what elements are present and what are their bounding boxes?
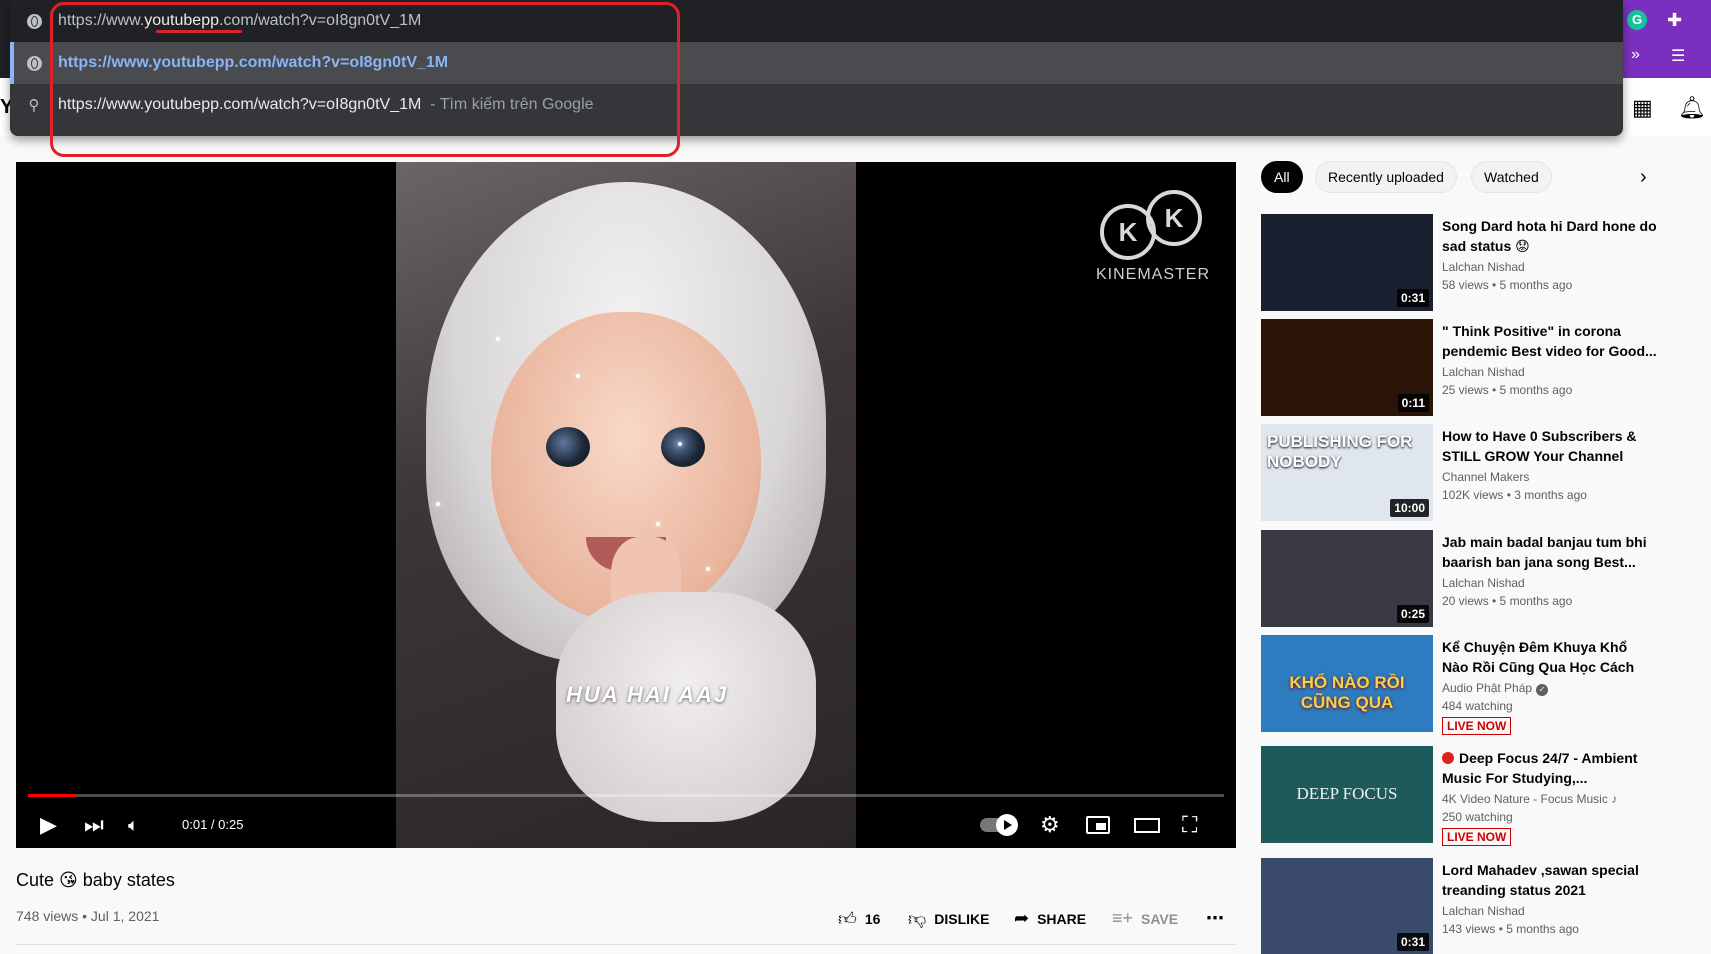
recommendation-item[interactable]: PUBLISHING FOR NOBODY 10:00 How to Have 0 … [1261, 424, 1701, 522]
video-stats: 20 views • 5 months ago [1442, 594, 1573, 608]
channel-name[interactable]: Audio Phật Pháp ✓ [1442, 681, 1549, 696]
recommendation-title[interactable]: How to Have 0 Subscribers & STILL GROW Y… [1442, 426, 1657, 466]
music-note-icon: ♪ [1607, 792, 1618, 806]
settings-gear-icon[interactable]: ⚙ [1040, 812, 1060, 838]
chip-all[interactable]: All [1261, 161, 1303, 193]
miniplayer-icon[interactable] [1086, 816, 1110, 834]
grammarly-extension-icon[interactable]: G [1627, 10, 1647, 30]
recommendation-title[interactable]: Jab main badal banjau tum bhi baarish ba… [1442, 532, 1657, 572]
video-stats: 25 views • 5 months ago [1442, 383, 1573, 397]
video-thumbnail[interactable]: PUBLISHING FOR NOBODY 10:00 [1261, 424, 1433, 521]
video-thumbnail[interactable]: 0:31 [1261, 858, 1433, 954]
puzzle-extensions-icon[interactable]: ✚ [1667, 10, 1682, 31]
video-title: Cute 😘 baby states [16, 870, 175, 890]
thumbs-up-icon: 👍︎ [838, 909, 857, 929]
duration-badge: 0:25 [1396, 605, 1429, 623]
volume-icon[interactable]: 🔈︎ [128, 812, 139, 838]
search-icon: ⚲ [28, 97, 40, 114]
video-stats: 143 views • 5 months ago [1442, 922, 1579, 936]
video-stats: 58 views • 5 months ago [1442, 278, 1573, 292]
video-caption: HUA HAI AAJ [566, 682, 729, 707]
thumbnail-text: PUBLISHING FOR NOBODY [1267, 432, 1413, 471]
video-thumbnail[interactable]: DEEP FOCUS [1261, 746, 1433, 843]
recommendation-item[interactable]: KHỔ NÀO RỒI CŨNG QUA Kể Chuyện Đêm Khuya … [1261, 635, 1701, 735]
video-player[interactable]: HUA HAI AAJ K K KINEMASTER ▶ ⏭︎ 🔈︎ 0:01 … [16, 162, 1236, 848]
video-stats: 102K views • 3 months ago [1442, 488, 1587, 502]
add-to-playlist-icon: ≡+ [1112, 908, 1134, 928]
video-frame: HUA HAI AAJ [396, 162, 856, 848]
thumbnail-text: KHỔ NÀO RỒI CŨNG QUA [1289, 673, 1405, 712]
channel-name[interactable]: Lalchan Nishad [1442, 576, 1525, 590]
channel-name[interactable]: 4K Video Nature - Focus Music ♪ [1442, 792, 1617, 806]
kinemaster-watermark: K K KINEMASTER [1090, 184, 1230, 294]
live-now-badge: LIVE NOW [1442, 717, 1512, 735]
more-bookmarks-icon[interactable]: » [1631, 46, 1640, 64]
play-icon[interactable]: ▶ [40, 812, 57, 838]
video-thumbnail[interactable]: 0:31 [1261, 214, 1433, 311]
recommendation-item[interactable]: 0:11 " Think Positive" in corona pendemic… [1261, 319, 1701, 417]
divider [16, 944, 1236, 945]
more-actions-icon[interactable]: ⋯ [1206, 908, 1224, 929]
progress-bar[interactable] [28, 794, 1224, 797]
progress-bar-fill [28, 794, 76, 797]
thumbs-down-icon: 👎︎ [908, 909, 927, 929]
recommendation-title[interactable]: " Think Positive" in corona pendemic Bes… [1442, 321, 1657, 361]
share-button[interactable]: ➦ SHARE [1014, 908, 1086, 929]
video-thumbnail[interactable]: KHỔ NÀO RỒI CŨNG QUA [1261, 635, 1433, 732]
video-thumbnail[interactable]: 0:11 [1261, 319, 1433, 416]
video-thumbnail[interactable]: 0:25 [1261, 530, 1433, 627]
recommendation-item[interactable]: 0:25 Jab main badal banjau tum bhi baaris… [1261, 530, 1701, 628]
chip-watched[interactable]: Watched [1471, 161, 1552, 193]
video-stats: 250 watching [1442, 810, 1513, 824]
duration-badge: 0:11 [1397, 394, 1429, 412]
annotation-underline [156, 30, 242, 33]
chip-recently-uploaded[interactable]: Recently uploaded [1315, 161, 1457, 193]
dislike-button[interactable]: 👎︎ DISLIKE [908, 908, 990, 930]
recommendation-item[interactable]: 0:31 Song Dard hota hi Dard hone do sad s… [1261, 214, 1701, 312]
channel-name[interactable]: Channel Makers [1442, 470, 1529, 484]
next-icon[interactable]: ⏭︎ [84, 812, 104, 838]
time-display: 0:01 / 0:25 [182, 817, 244, 832]
globe-icon [26, 55, 42, 71]
duration-badge: 10:00 [1390, 499, 1429, 517]
recommendation-title[interactable]: Kể Chuyện Đêm Khuya Khổ Nào Rồi Cũng Qua… [1442, 637, 1657, 677]
duration-badge: 0:31 [1396, 933, 1429, 951]
save-button[interactable]: ≡+ SAVE [1112, 908, 1178, 929]
annotation-highlight-box [50, 2, 680, 157]
recommendation-item[interactable]: DEEP FOCUS Deep Focus 24/7 - Ambient Musi… [1261, 746, 1701, 846]
video-stats: 484 watching [1442, 699, 1513, 713]
recommendation-title[interactable]: Lord Mahadev ,sawan special treanding st… [1442, 860, 1657, 900]
channel-name[interactable]: Lalchan Nishad [1442, 904, 1525, 918]
theater-mode-icon[interactable] [1134, 818, 1160, 833]
chevron-right-icon[interactable]: › [1640, 166, 1647, 189]
apps-grid-icon[interactable]: ▦ [1632, 95, 1653, 121]
share-arrow-icon: ➦ [1014, 908, 1030, 928]
video-meta: 748 views • Jul 1, 2021 [16, 908, 160, 924]
like-button[interactable]: 👍︎ 16 [838, 908, 880, 930]
live-dot-icon [1442, 752, 1454, 764]
duration-badge: 0:31 [1396, 289, 1429, 307]
recommendation-item[interactable]: 0:31 Lord Mahadev ,sawan special treandin… [1261, 858, 1701, 954]
notifications-bell-icon[interactable]: 🔔︎ [1678, 95, 1706, 121]
verified-check-icon: ✓ [1536, 684, 1549, 696]
fullscreen-icon[interactable]: ⛶ [1182, 812, 1197, 838]
recommendation-title[interactable]: Deep Focus 24/7 - Ambient Music For Stud… [1442, 748, 1657, 788]
live-now-badge: LIVE NOW [1442, 828, 1512, 846]
thumbnail-text: DEEP FOCUS [1296, 784, 1398, 803]
recommendation-title[interactable]: Song Dard hota hi Dard hone do sad statu… [1442, 216, 1657, 256]
reading-list-icon[interactable]: ☰ [1671, 46, 1685, 66]
channel-name[interactable]: Lalchan Nishad [1442, 260, 1525, 274]
channel-name[interactable]: Lalchan Nishad [1442, 365, 1525, 379]
globe-icon [26, 13, 42, 29]
autoplay-toggle[interactable] [980, 814, 1018, 836]
